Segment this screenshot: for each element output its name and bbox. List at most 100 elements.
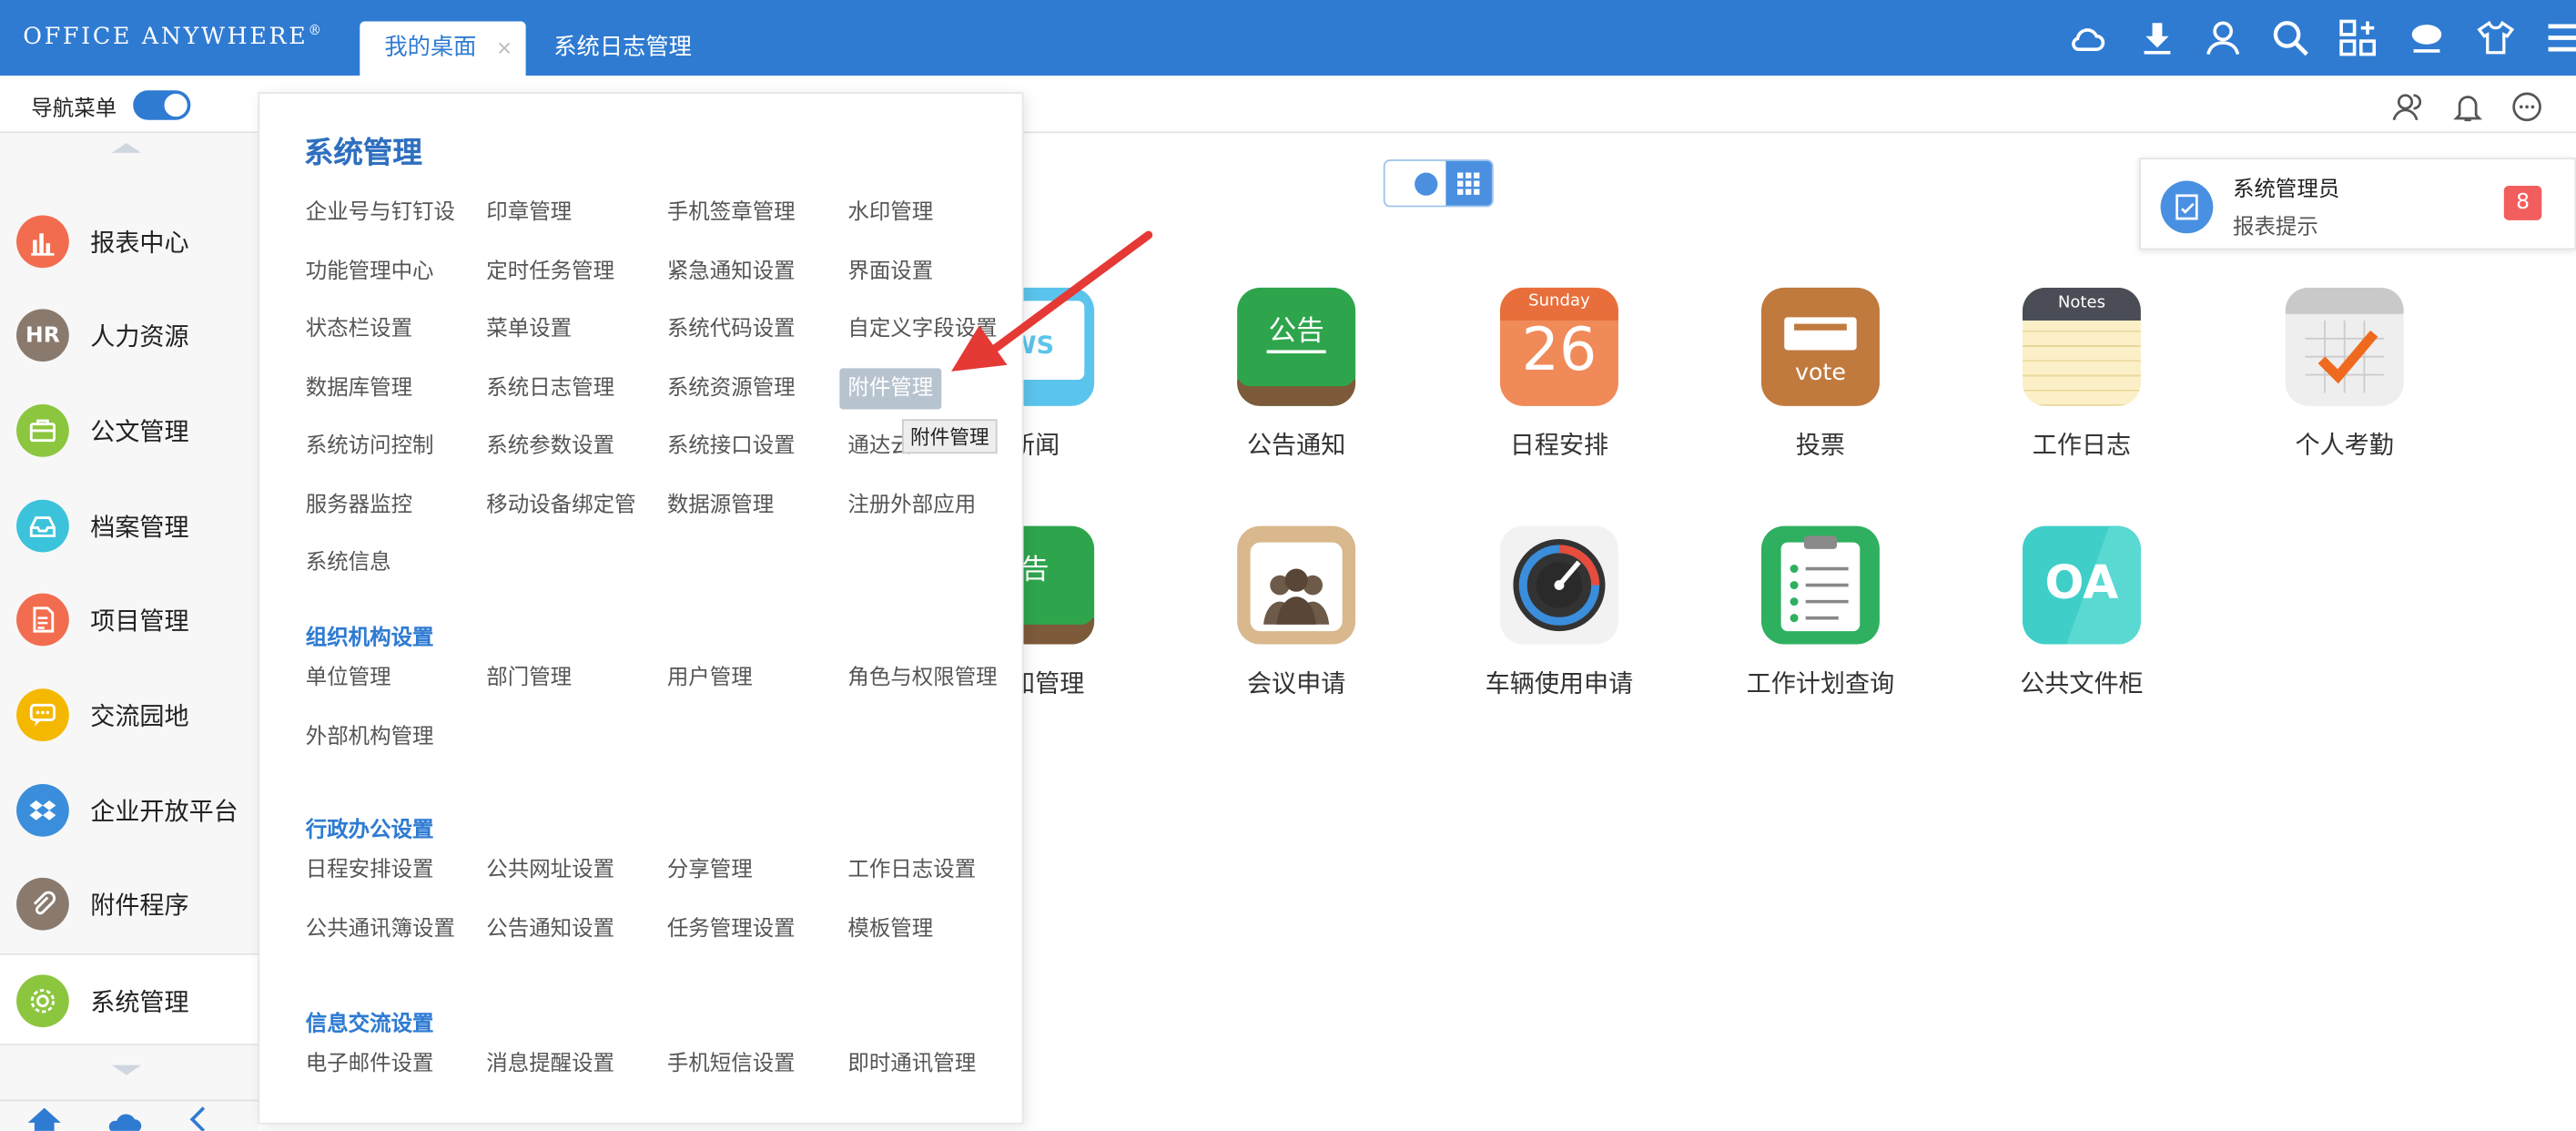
menu-item[interactable]: 附件管理 bbox=[839, 367, 942, 409]
sidebar-item-open-platform[interactable]: 企业开放平台 bbox=[0, 764, 258, 856]
apps-icon[interactable] bbox=[2338, 18, 2378, 57]
menu-item[interactable]: 外部机构管理 bbox=[306, 716, 434, 757]
menu-item[interactable]: 企业号与钉钉设 bbox=[306, 192, 455, 233]
menu-item[interactable]: 手机短信设置 bbox=[667, 1044, 796, 1085]
menu-item[interactable]: 系统信息 bbox=[306, 543, 391, 584]
top-bar: OFFICE ANYWHERE® 我的桌面 × 系统日志管理 bbox=[0, 0, 2576, 76]
menu-item[interactable]: 单位管理 bbox=[306, 657, 391, 698]
sidebar-item-projects[interactable]: 项目管理 bbox=[0, 574, 258, 666]
download-icon[interactable] bbox=[2137, 18, 2176, 57]
attendance-icon bbox=[2285, 287, 2404, 406]
contacts-icon[interactable] bbox=[2390, 90, 2423, 123]
menu-item[interactable]: 移动设备绑定管 bbox=[486, 484, 635, 525]
tray-icon bbox=[16, 499, 69, 553]
app-attendance[interactable]: 个人考勤 bbox=[2229, 287, 2459, 462]
app-label: 车辆使用申请 bbox=[1485, 668, 1634, 699]
menu-item[interactable]: 电子邮件设置 bbox=[306, 1044, 434, 1085]
tab-my-desktop[interactable]: 我的桌面 × bbox=[360, 21, 526, 76]
menu-item[interactable]: 公共通讯簿设置 bbox=[306, 908, 455, 949]
sidebar-item-attachments[interactable]: 附件程序 bbox=[0, 858, 258, 950]
menu-item[interactable]: 系统资源管理 bbox=[667, 367, 796, 408]
menu-item[interactable]: 日程安排设置 bbox=[306, 850, 434, 891]
search-icon[interactable] bbox=[2271, 18, 2310, 57]
menu-item[interactable]: 紧急通知设置 bbox=[667, 250, 796, 291]
menu-item[interactable]: 系统接口设置 bbox=[667, 425, 796, 466]
view-toggle[interactable] bbox=[1383, 159, 1494, 208]
menu-item[interactable]: 用户管理 bbox=[667, 657, 753, 698]
close-icon[interactable]: × bbox=[496, 21, 512, 76]
menu-item[interactable]: 数据库管理 bbox=[306, 367, 412, 408]
oa-icon: OA bbox=[2022, 525, 2141, 645]
menu-item[interactable]: 定时任务管理 bbox=[486, 250, 614, 291]
app-calendar[interactable]: Sunday 26 日程安排 bbox=[1445, 287, 1675, 462]
app-label: 公共文件柜 bbox=[2020, 668, 2144, 699]
scroll-down-arrow[interactable] bbox=[111, 1065, 142, 1075]
cloud-icon[interactable] bbox=[2067, 18, 2106, 57]
app-vehicle-request[interactable]: 车辆使用申请 bbox=[1445, 525, 1675, 700]
menu-item[interactable]: 模板管理 bbox=[847, 908, 933, 949]
menu-item[interactable]: 公告通知设置 bbox=[486, 908, 614, 949]
sidebar-item-hr[interactable]: HR 人力资源 bbox=[0, 290, 258, 382]
app-vote[interactable]: vote 投票 bbox=[1706, 287, 1936, 462]
menu-item[interactable]: 状态栏设置 bbox=[306, 309, 412, 350]
chevron-left-icon[interactable] bbox=[188, 1106, 208, 1131]
app-announcement[interactable]: 公告 公告通知 bbox=[1182, 287, 1412, 462]
menu-item[interactable]: 系统日志管理 bbox=[486, 367, 614, 408]
sidebar-item-reports[interactable]: 报表中心 bbox=[0, 196, 258, 288]
sidebar: 报表中心 HR 人力资源 公文管理 档案管理 项目管理 交流园地 企业开放平台 bbox=[0, 133, 259, 1131]
app-meeting-request[interactable]: 会议申请 bbox=[1182, 525, 1412, 700]
menu-item[interactable]: 消息提醒设置 bbox=[486, 1044, 614, 1085]
sidebar-item-label: 项目管理 bbox=[90, 606, 189, 637]
app-label: 会议申请 bbox=[1246, 668, 1346, 699]
cloud-icon[interactable] bbox=[104, 1109, 143, 1131]
menu-item[interactable]: 功能管理中心 bbox=[306, 250, 434, 291]
menu-item[interactable]: 印章管理 bbox=[486, 192, 572, 233]
sidebar-item-documents[interactable]: 公文管理 bbox=[0, 384, 258, 476]
menu-item[interactable]: 菜单设置 bbox=[486, 309, 572, 350]
menu-item[interactable]: 工作日志设置 bbox=[847, 850, 976, 891]
announcement-icon: 公告 bbox=[1237, 287, 1356, 406]
menu-icon[interactable] bbox=[2545, 18, 2576, 57]
menu-item[interactable]: 数据源管理 bbox=[667, 484, 774, 525]
sidebar-item-label: 交流园地 bbox=[90, 701, 189, 732]
menu-item[interactable]: 服务器监控 bbox=[306, 484, 412, 525]
grid-icon[interactable] bbox=[1445, 160, 1492, 206]
menu-item[interactable]: 部门管理 bbox=[486, 657, 572, 698]
sidebar-item-system-admin[interactable]: 系统管理 bbox=[0, 953, 259, 1045]
notes-icon: Notes bbox=[2022, 287, 2141, 406]
chat-bubble-icon[interactable] bbox=[2407, 18, 2446, 57]
app-public-file-cabinet[interactable]: OA 公共文件柜 bbox=[1967, 525, 2197, 700]
menu-item[interactable]: 系统代码设置 bbox=[667, 309, 796, 350]
nav-menu-toggle[interactable] bbox=[133, 90, 191, 120]
shirt-icon[interactable] bbox=[2476, 18, 2515, 57]
sidebar-item-communication[interactable]: 交流园地 bbox=[0, 669, 258, 761]
menu-item[interactable]: 系统参数设置 bbox=[486, 425, 614, 466]
view-toggle-dot bbox=[1415, 172, 1438, 196]
menu-item[interactable]: 分享管理 bbox=[667, 850, 753, 891]
sidebar-item-archives[interactable]: 档案管理 bbox=[0, 480, 258, 572]
menu-item[interactable]: 注册外部应用 bbox=[847, 484, 976, 525]
app-work-log[interactable]: Notes 工作日志 bbox=[1967, 287, 2197, 462]
menu-section-title: 行政办公设置 bbox=[305, 818, 434, 843]
menu-item[interactable]: 界面设置 bbox=[847, 250, 933, 291]
menu-item[interactable]: 任务管理设置 bbox=[667, 908, 796, 949]
menu-item[interactable]: 手机签章管理 bbox=[667, 192, 796, 233]
message-icon[interactable] bbox=[2510, 90, 2543, 123]
scroll-up-arrow[interactable] bbox=[111, 143, 142, 153]
notification-title: 系统管理员 bbox=[2232, 177, 2340, 203]
menu-item[interactable]: 系统访问控制 bbox=[306, 425, 434, 466]
menu-item[interactable]: 水印管理 bbox=[847, 192, 933, 233]
checklist-icon bbox=[1760, 525, 1880, 645]
notification-subtitle: 报表提示 bbox=[2232, 215, 2318, 240]
user-icon[interactable] bbox=[2204, 18, 2243, 57]
app-work-plan-query[interactable]: 工作计划查询 bbox=[1706, 525, 1936, 700]
home-icon[interactable] bbox=[26, 1106, 63, 1131]
menu-item[interactable]: 即时通讯管理 bbox=[847, 1044, 976, 1085]
menu-item[interactable]: 公共网址设置 bbox=[486, 850, 614, 891]
tab-system-log[interactable]: 系统日志管理 bbox=[553, 21, 692, 76]
bell-icon[interactable] bbox=[2451, 90, 2484, 123]
menu-item[interactable]: 自定义字段设置 bbox=[847, 309, 997, 350]
notification-count-badge: 8 bbox=[2503, 185, 2542, 220]
menu-item[interactable]: 角色与权限管理 bbox=[847, 657, 997, 698]
app-label: 个人考勤 bbox=[2295, 430, 2394, 461]
